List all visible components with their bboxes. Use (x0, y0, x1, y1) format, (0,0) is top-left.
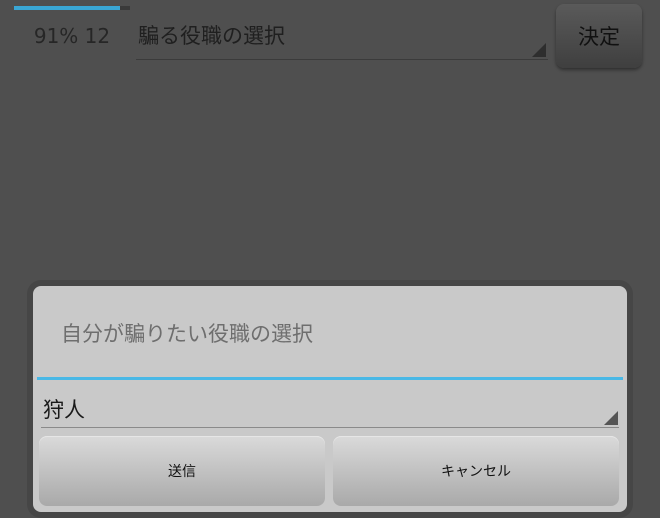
progress-fill (14, 6, 120, 10)
dialog-button-bar: 送信 キャンセル (39, 436, 621, 506)
app-screen: 91% 12 騙る役職の選択 決定 自分が騙りたい役職の選択 狩人 送信 キャン… (0, 0, 660, 518)
role-select-spinner[interactable]: 騙る役職の選択 (136, 12, 548, 60)
dialog-title: 自分が騙りたい役職の選択 (61, 322, 313, 346)
role-dialog: 自分が騙りたい役職の選択 狩人 送信 キャンセル (33, 286, 627, 512)
cancel-button[interactable]: キャンセル (333, 436, 619, 506)
dialog-role-value: 狩人 (43, 398, 85, 422)
role-select-value: 騙る役職の選択 (138, 24, 285, 48)
decide-button[interactable]: 決定 (556, 4, 642, 68)
dropdown-triangle-icon (604, 411, 618, 425)
dialog-role-spinner[interactable]: 狩人 (41, 386, 619, 428)
dropdown-triangle-icon (532, 43, 546, 57)
dialog-title-divider (37, 377, 623, 380)
progress-bar (14, 6, 130, 10)
send-button[interactable]: 送信 (39, 436, 325, 506)
status-text: 91% 12 (33, 24, 111, 48)
